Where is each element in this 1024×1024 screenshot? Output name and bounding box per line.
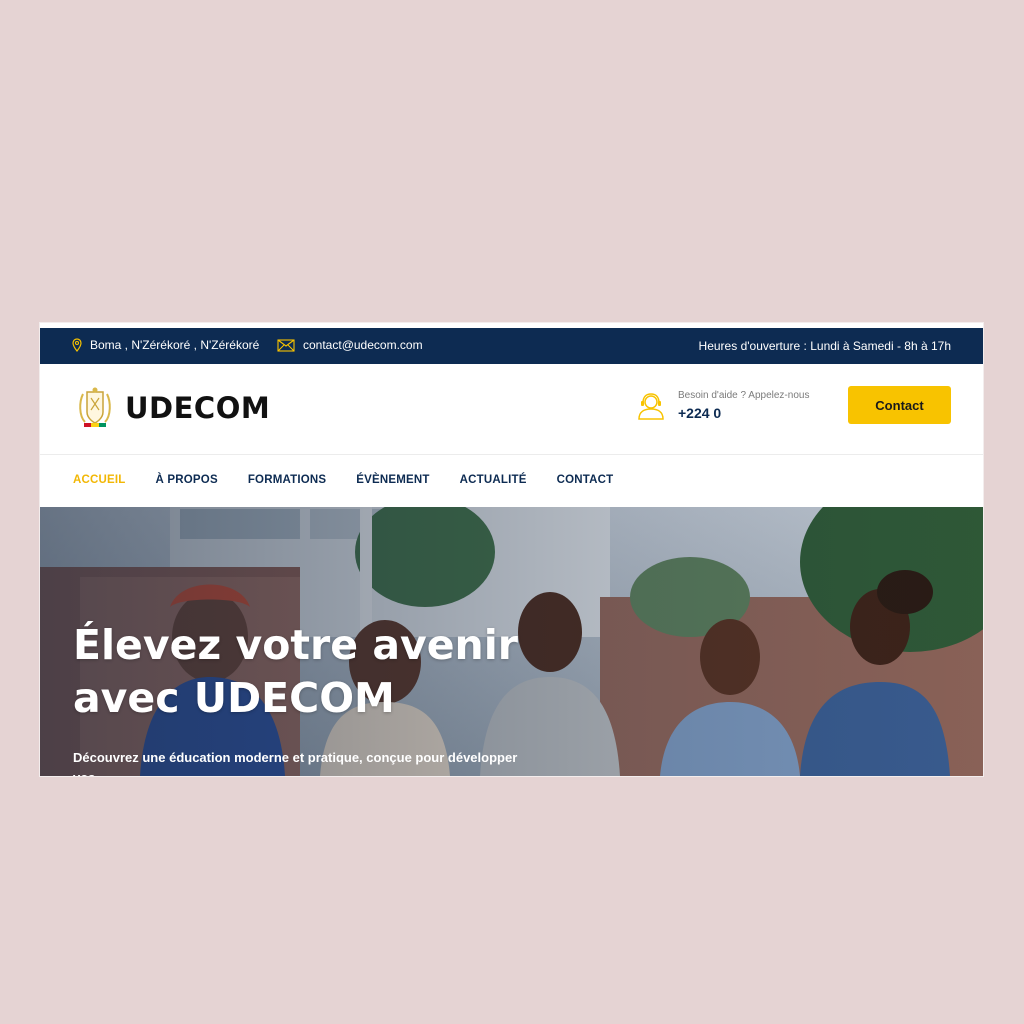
logo-text: UDECOM [125,391,271,425]
coat-of-arms-icon [75,386,115,430]
address-text: Boma , N'Zérékoré , N'Zérékoré [90,338,260,352]
address-info: Boma , N'Zérékoré , N'Zérékoré [72,338,259,352]
help-text-block: Besoin d'aide ? Appelez-nous +224 0 [678,390,809,421]
help-label: Besoin d'aide ? Appelez-nous [678,390,810,401]
hero-banner: Élevez votre avenir avec UDECOM Découvre… [40,507,983,776]
envelope-icon [277,338,295,352]
nav-item-evenement[interactable]: ÉVÈNEMENT [356,474,429,486]
phone-number[interactable]: +224 0 [678,405,809,421]
support-agent-icon [636,392,666,420]
opening-hours: Heures d'ouverture : Lundi à Samedi - 8h… [698,339,951,353]
nav-item-a-propos[interactable]: À PROPOS [156,474,218,486]
top-info-bar: Boma , N'Zérékoré , N'Zérékoré contact@u… [40,328,983,364]
hero-subtitle: Découvrez une éducation moderne et prati… [73,750,518,776]
email-link[interactable]: contact@udecom.com [303,338,423,352]
nav-item-accueil[interactable]: ACCUEIL [73,474,126,486]
nav-list: ACCUEIL À PROPOS FORMATIONS ÉVÈNEMENT AC… [73,474,643,486]
hero-title: Élevez votre avenir avec UDECOM [73,619,633,725]
email-info[interactable]: contact@udecom.com [277,338,423,352]
help-contact: Besoin d'aide ? Appelez-nous +224 0 [636,390,809,421]
hero-title-line-1: Élevez votre avenir [73,621,518,669]
hero-title-line-2: avec UDECOM [73,674,395,722]
nav-item-actualite[interactable]: ACTUALITÉ [460,474,527,486]
main-navigation: ACCUEIL À PROPOS FORMATIONS ÉVÈNEMENT AC… [40,455,983,507]
contact-button[interactable]: Contact [848,386,951,424]
site-header: UDECOM Besoin d'aide ? Appelez-nous +224… [40,364,983,455]
nav-item-contact[interactable]: CONTACT [557,474,614,486]
map-pin-icon [72,338,82,352]
nav-item-formations[interactable]: FORMATIONS [248,474,326,486]
website-frame: Boma , N'Zérékoré , N'Zérékoré contact@u… [40,323,983,776]
site-logo[interactable]: UDECOM [75,386,270,430]
